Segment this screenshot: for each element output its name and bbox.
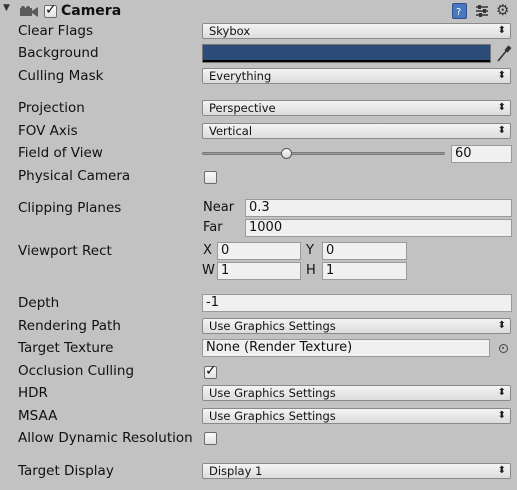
component-enabled-checkbox[interactable] [44,2,57,18]
projection-dropdown[interactable]: Perspective ⬍ [202,100,511,116]
label-target-texture: Target Texture [18,340,114,356]
eyedropper-icon[interactable] [496,45,512,63]
field-of-view-value[interactable]: 60 [451,145,512,163]
dropdown-arrow-icon: ⬍ [497,465,506,476]
culling-mask-value: Everything [209,69,272,83]
field-of-view-slider[interactable] [202,145,445,163]
label-allow-dynamic-resolution: Allow Dynamic Resolution [18,430,193,446]
target-display-dropdown[interactable]: Display 1 ⬍ [202,463,511,479]
occlusion-culling-checkbox[interactable] [204,363,217,379]
far-label: Far [203,220,223,235]
viewport-h-field[interactable]: 1 [322,262,407,280]
clear-flags-value: Skybox [209,24,251,38]
dropdown-arrow-icon: ⬍ [497,320,506,331]
label-msaa: MSAA [18,408,58,424]
label-rendering-path: Rendering Path [18,318,121,334]
slider-track [202,152,445,155]
rendering-path-value: Use Graphics Settings [209,319,336,333]
label-fov-axis: FOV Axis [18,123,78,139]
settings-gear-icon[interactable]: ⚙ [496,1,509,19]
viewport-x-label: X [203,243,212,258]
label-culling-mask: Culling Mask [18,68,104,84]
camera-component-icon [19,6,38,17]
label-physical-camera: Physical Camera [18,168,131,184]
label-hdr: HDR [18,385,48,401]
target-texture-field[interactable]: None (Render Texture) [202,339,490,357]
label-depth: Depth [18,295,60,311]
label-clear-flags: Clear Flags [18,23,93,39]
dropdown-arrow-icon: ⬍ [497,410,506,421]
depth-field[interactable]: -1 [202,294,512,312]
label-occlusion-culling: Occlusion Culling [18,363,135,379]
viewport-y-field[interactable]: 0 [322,242,407,260]
msaa-value: Use Graphics Settings [209,409,336,423]
label-target-display: Target Display [18,463,114,479]
dropdown-arrow-icon: ⬍ [497,70,506,81]
dropdown-arrow-icon: ⬍ [497,125,506,136]
viewport-w-field[interactable]: 1 [217,262,301,280]
help-book-icon[interactable]: ? [452,3,467,19]
slider-thumb[interactable] [281,148,292,159]
background-color-field[interactable] [202,44,491,63]
foldout-arrow-icon[interactable]: ▼ [3,3,10,13]
physical-camera-checkbox[interactable] [204,171,217,184]
presets-sliders-icon[interactable] [475,4,489,18]
culling-mask-dropdown[interactable]: Everything ⬍ [202,68,511,84]
hdr-dropdown[interactable]: Use Graphics Settings ⬍ [202,385,511,401]
component-header: ▼ Camera ? ⚙ [0,0,517,22]
rendering-path-dropdown[interactable]: Use Graphics Settings ⬍ [202,318,511,334]
viewport-y-label: Y [306,243,314,258]
fov-axis-value: Vertical [209,124,253,138]
viewport-w-label: W [202,263,215,278]
target-display-value: Display 1 [209,464,263,478]
hdr-value: Use Graphics Settings [209,386,336,400]
dropdown-arrow-icon: ⬍ [497,25,506,36]
component-title: Camera [61,3,122,19]
svg-text:?: ? [456,7,461,18]
label-viewport-rect: Viewport Rect [18,243,112,259]
fov-axis-dropdown[interactable]: Vertical ⬍ [202,123,511,139]
viewport-x-field[interactable]: 0 [217,242,301,260]
clear-flags-dropdown[interactable]: Skybox ⬍ [202,23,511,39]
label-field-of-view: Field of View [18,145,103,161]
near-field[interactable]: 0.3 [245,199,512,217]
viewport-h-label: H [306,263,316,278]
msaa-dropdown[interactable]: Use Graphics Settings ⬍ [202,408,511,424]
near-label: Near [203,200,235,215]
dropdown-arrow-icon: ⬍ [497,102,506,113]
projection-value: Perspective [209,101,276,115]
label-clipping-planes: Clipping Planes [18,200,122,216]
label-background: Background [18,45,99,61]
alpha-bar [203,60,490,62]
dropdown-arrow-icon: ⬍ [497,387,506,398]
picker-dot [502,347,504,349]
object-picker-icon[interactable] [499,344,508,353]
far-field[interactable]: 1000 [245,219,512,237]
label-projection: Projection [18,100,85,116]
allow-dynamic-resolution-checkbox[interactable] [204,432,217,445]
